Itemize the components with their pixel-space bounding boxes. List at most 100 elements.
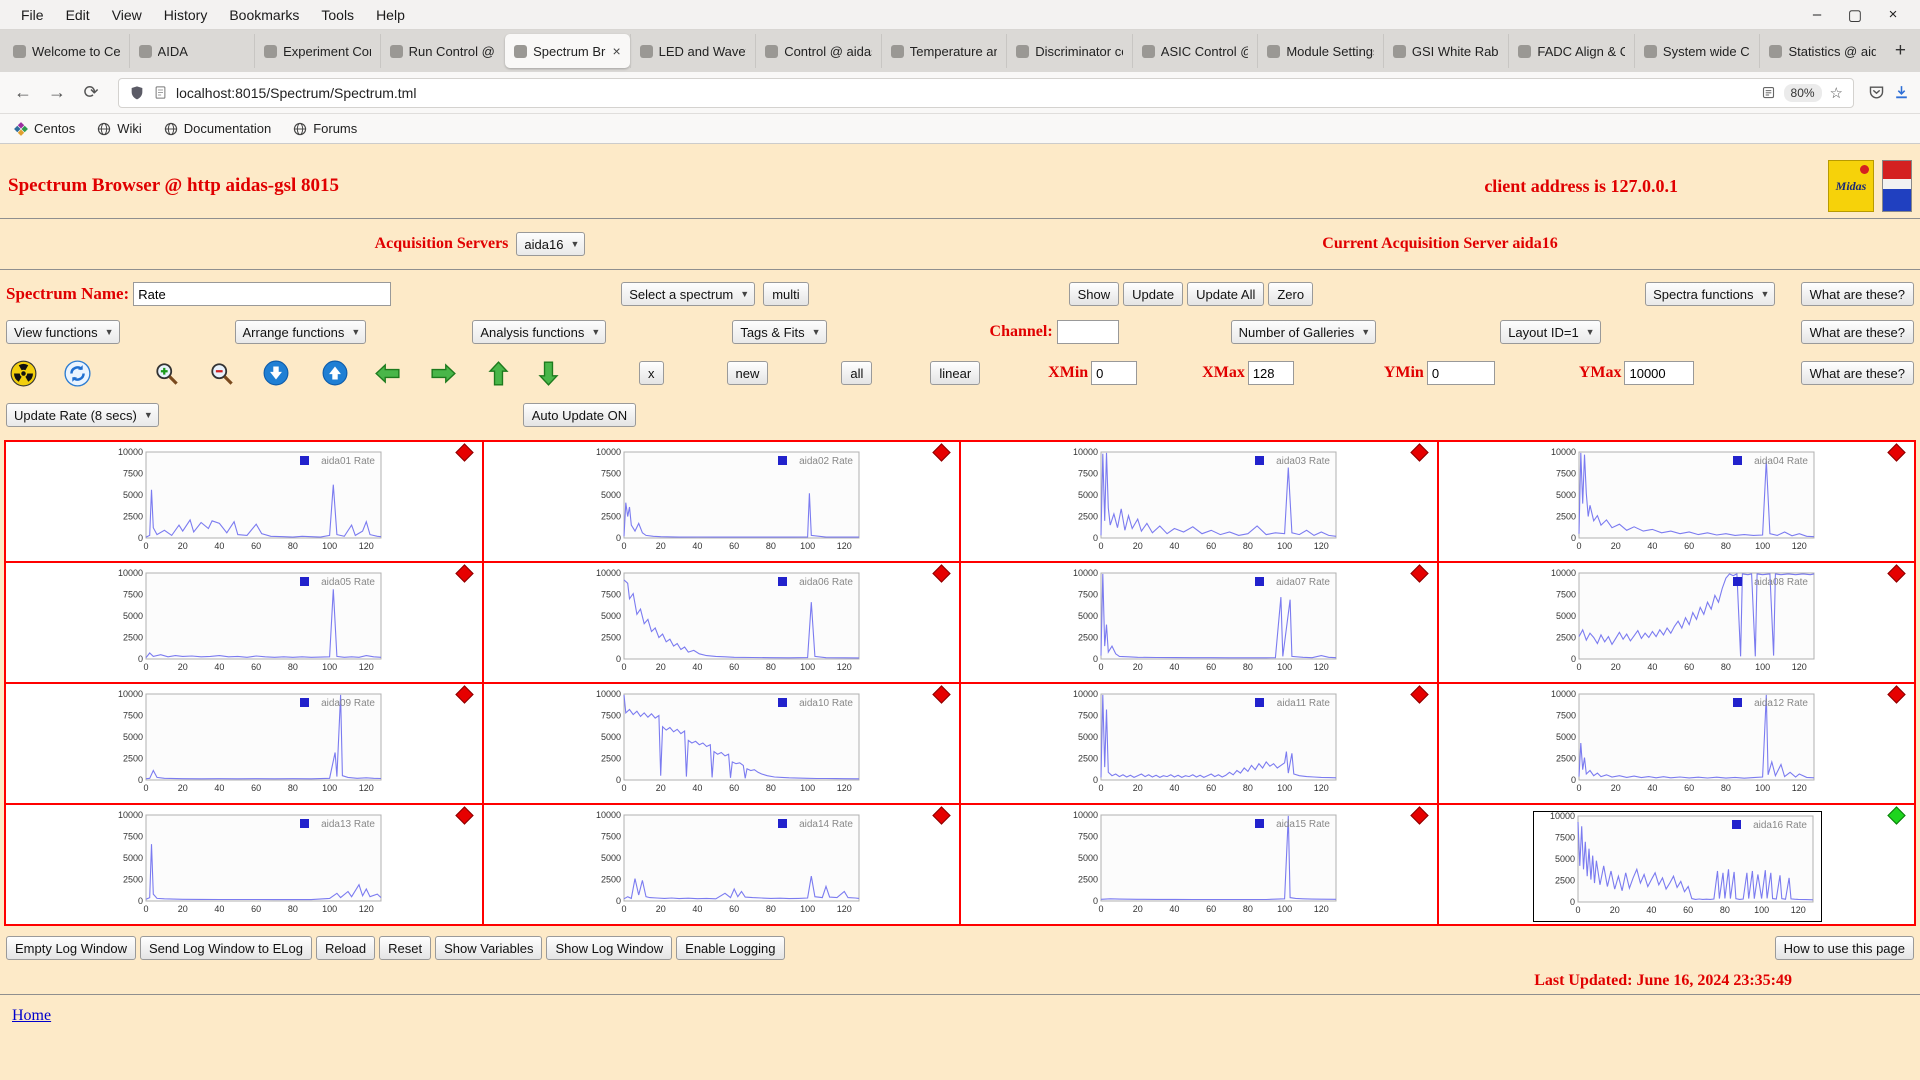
x-button[interactable]: x [639, 361, 664, 385]
spectrum-chart[interactable]: 0 2500 5000 7500 10000 0 20 40 60 80 100 120 aida07 … [1057, 568, 1342, 673]
log-button-3[interactable]: Reload [315, 936, 376, 960]
scroll-down-icon[interactable] [263, 360, 289, 386]
tab-11[interactable]: Module Settings [1257, 34, 1383, 68]
spectrum-chart[interactable]: 0 2500 5000 7500 10000 0 20 40 60 80 100 120 aida08 … [1535, 568, 1820, 673]
spectrum-chart[interactable]: 0 2500 5000 7500 10000 0 20 40 60 80 100 120 aida01 … [102, 447, 387, 552]
status-diamond-red[interactable] [932, 564, 951, 583]
spectrum-name-input[interactable] [133, 282, 392, 306]
status-diamond-red[interactable] [454, 806, 474, 825]
tab-15[interactable]: Statistics @ aid [1759, 34, 1885, 68]
chart-cell-aida16[interactable]: 0 2500 5000 7500 10000 0 20 40 60 80 100 120 aida16 … [1437, 804, 1915, 925]
status-diamond-green[interactable] [1887, 806, 1906, 825]
menu-file[interactable]: File [10, 5, 55, 25]
home-link[interactable]: Home [12, 1007, 51, 1025]
spectrum-chart[interactable]: 0 2500 5000 7500 10000 0 20 40 60 80 100 120 aida12 … [1535, 689, 1820, 794]
galleries-select[interactable]: Number of Galleries ▼ [1230, 320, 1377, 344]
bookmark-star-icon[interactable]: ☆ [1830, 84, 1843, 102]
chart-cell-aida15[interactable]: 0 2500 5000 7500 10000 0 20 40 60 80 100 120 aida15 … [960, 804, 1438, 925]
spectrum-chart[interactable]: 0 2500 5000 7500 10000 0 20 40 60 80 100 120 aida11 … [1057, 689, 1342, 794]
new-button[interactable]: new [726, 361, 769, 385]
status-diamond-red[interactable] [1409, 806, 1429, 825]
spectrum-chart[interactable]: 0 2500 5000 7500 10000 0 20 40 60 80 100 120 aida15 … [1057, 810, 1342, 915]
status-diamond-red[interactable] [932, 685, 951, 704]
minimize-button[interactable]: – [1808, 6, 1826, 23]
tab-13[interactable]: FADC Align & C [1508, 34, 1634, 68]
url-bar[interactable]: localhost:8015/Spectrum/Spectrum.tml 80%… [118, 77, 1854, 108]
status-diamond-red[interactable] [1409, 443, 1429, 462]
what-are-these-button-2[interactable]: What are these? [1800, 320, 1914, 344]
chart-cell-aida13[interactable]: 0 2500 5000 7500 10000 0 20 40 60 80 100 120 aida13 … [5, 804, 483, 925]
zero-button[interactable]: Zero [1268, 282, 1314, 306]
log-button-7[interactable]: Enable Logging [676, 936, 785, 960]
log-button-1[interactable]: Empty Log Window [6, 936, 136, 960]
spectrum-chart[interactable]: 0 2500 5000 7500 10000 0 20 40 60 80 100 120 aida04 … [1535, 447, 1820, 552]
arrow-right-icon[interactable] [431, 362, 456, 384]
forward-button[interactable]: → [44, 80, 70, 106]
what-are-these-button-1[interactable]: What are these? [1800, 282, 1914, 306]
tab-close-icon[interactable]: × [612, 43, 620, 59]
view-functions-select[interactable]: View functions ▼ [6, 320, 120, 344]
status-diamond-red[interactable] [1887, 685, 1906, 704]
multi-button[interactable]: multi [763, 282, 809, 306]
tab-5[interactable]: Spectrum Bro × [505, 34, 630, 68]
menu-history[interactable]: History [153, 5, 219, 25]
bookmark-documentation[interactable]: Documentation [164, 121, 271, 136]
bookmark-centos[interactable]: Centos [14, 121, 75, 136]
chart-cell-aida08[interactable]: 0 2500 5000 7500 10000 0 20 40 60 80 100 120 aida08 … [1437, 562, 1915, 683]
refresh-icon[interactable] [64, 359, 91, 387]
close-button[interactable]: × [1884, 6, 1902, 23]
tab-10[interactable]: ASIC Control @ [1131, 34, 1258, 68]
menu-view[interactable]: View [101, 5, 153, 25]
chart-cell-aida04[interactable]: 0 2500 5000 7500 10000 0 20 40 60 80 100 120 aida04 … [1437, 441, 1915, 562]
back-button[interactable]: ← [10, 80, 36, 106]
chart-cell-aida05[interactable]: 0 2500 5000 7500 10000 0 20 40 60 80 100 120 aida05 … [5, 562, 483, 683]
show-button[interactable]: Show [1068, 282, 1120, 306]
arrow-up-icon[interactable] [488, 360, 509, 386]
how-to-use-button[interactable]: How to use this page [1774, 936, 1914, 960]
spectrum-chart[interactable]: 0 2500 5000 7500 10000 0 20 40 60 80 100 120 aida10 … [580, 689, 865, 794]
reader-mode-icon[interactable] [1761, 85, 1776, 100]
spectrum-chart[interactable]: 0 2500 5000 7500 10000 0 20 40 60 80 100 120 aida05 … [102, 568, 387, 673]
chart-cell-aida11[interactable]: 0 2500 5000 7500 10000 0 20 40 60 80 100 120 aida11 … [960, 683, 1438, 804]
chart-cell-aida14[interactable]: 0 2500 5000 7500 10000 0 20 40 60 80 100 120 aida14 … [482, 804, 960, 925]
status-diamond-red[interactable] [454, 685, 474, 704]
zoom-level[interactable]: 80% [1783, 83, 1822, 102]
reload-button[interactable]: ⟳ [78, 80, 104, 106]
chart-cell-aida03[interactable]: 0 2500 5000 7500 10000 0 20 40 60 80 100 120 aida03 … [960, 441, 1438, 562]
update-rate-select[interactable]: Update Rate (8 secs) ▼ [6, 403, 159, 427]
zoom-out-icon[interactable] [208, 360, 235, 387]
status-diamond-red[interactable] [1887, 564, 1906, 583]
menu-help[interactable]: Help [365, 5, 416, 25]
spectrum-chart[interactable]: 0 2500 5000 7500 10000 0 20 40 60 80 100 120 aida03 … [1057, 447, 1342, 552]
spectrum-chart[interactable]: 0 2500 5000 7500 10000 0 20 40 60 80 100 120 aida06 … [580, 568, 865, 673]
chart-cell-aida02[interactable]: 0 2500 5000 7500 10000 0 20 40 60 80 100 120 aida02 … [482, 441, 960, 562]
pocket-icon[interactable] [1868, 84, 1885, 101]
analysis-functions-select[interactable]: Analysis functions ▼ [472, 320, 607, 344]
status-diamond-red[interactable] [1409, 564, 1429, 583]
status-diamond-red[interactable] [454, 564, 474, 583]
scroll-up-icon[interactable] [322, 360, 348, 386]
chart-cell-aida06[interactable]: 0 2500 5000 7500 10000 0 20 40 60 80 100 120 aida06 … [482, 562, 960, 683]
layout-select[interactable]: Layout ID=1 ▼ [1500, 320, 1601, 344]
what-are-these-button-3[interactable]: What are these? [1800, 361, 1914, 385]
tab-6[interactable]: LED and Wavefo [629, 34, 756, 68]
channel-input[interactable] [1056, 320, 1119, 344]
menu-tools[interactable]: Tools [310, 5, 365, 25]
menu-bookmarks[interactable]: Bookmarks [218, 5, 310, 25]
chart-cell-aida09[interactable]: 0 2500 5000 7500 10000 0 20 40 60 80 100 120 aida09 … [5, 683, 483, 804]
tab-4[interactable]: Run Control @ a [379, 34, 506, 68]
spectrum-chart[interactable]: 0 2500 5000 7500 10000 0 20 40 60 80 100 120 aida13 … [102, 810, 387, 915]
xmax-input[interactable] [1247, 361, 1294, 385]
status-diamond-red[interactable] [932, 806, 951, 825]
update-all-button[interactable]: Update All [1187, 282, 1265, 306]
tab-3[interactable]: Experiment Con [254, 34, 380, 68]
status-diamond-red[interactable] [1409, 685, 1429, 704]
tab-7[interactable]: Control @ aidas [755, 34, 881, 68]
status-diamond-red[interactable] [454, 443, 474, 462]
tags-fits-select[interactable]: Tags & Fits ▼ [732, 320, 827, 344]
bookmark-wiki[interactable]: Wiki [97, 121, 142, 136]
log-button-2[interactable]: Send Log Window to ELog [140, 936, 312, 960]
maximize-button[interactable]: ▢ [1846, 6, 1864, 24]
all-button[interactable]: all [841, 361, 873, 385]
log-button-5[interactable]: Show Variables [435, 936, 543, 960]
